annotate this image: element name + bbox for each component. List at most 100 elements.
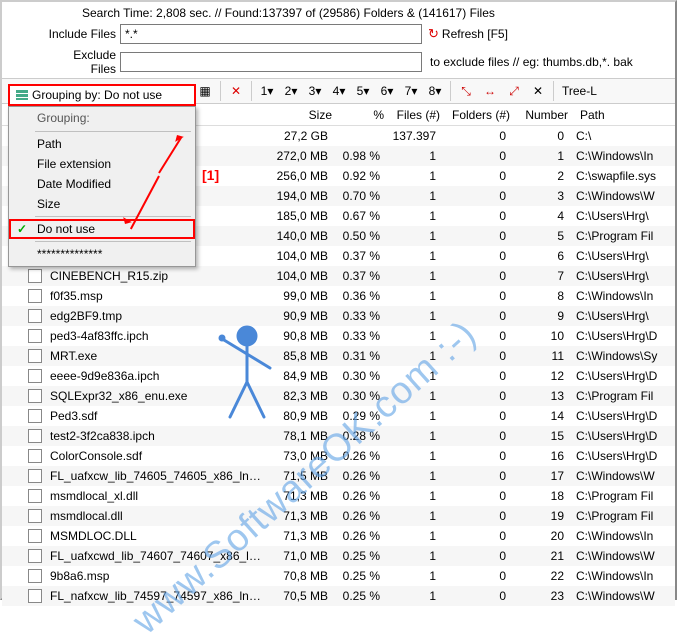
cell-pct: 0.37 % [334,268,386,284]
cell-path: C:\Windows\W [570,188,675,204]
cell-files: 1 [386,508,442,524]
table-row[interactable]: msmdlocal.dll71,3 MB0.26 %1019C:\Program… [2,506,675,526]
file-icon [26,449,44,463]
refresh-label: Refresh [F5] [442,27,508,41]
cell-folders: 0 [442,128,512,144]
cell-pct: 0.26 % [334,448,386,464]
table-row[interactable]: MRT.exe85,8 MB0.31 %1011C:\Windows\Sy [2,346,675,366]
delete-button[interactable]: ✕ [225,80,247,102]
cell-path: C:\Program Fil [570,388,675,404]
cell-size: 104,0 MB [268,268,334,284]
cell-pct: 0.26 % [334,468,386,484]
cell-path: C:\Users\Hrg\ [570,248,675,264]
cell-folders: 0 [442,448,512,464]
file-icon [26,289,44,303]
sort-5-button[interactable]: 5▾ [352,80,374,102]
col-number[interactable]: Number [516,106,574,124]
sort-8-button[interactable]: 8▾ [424,80,446,102]
table-row[interactable]: ped3-4af83ffc.ipch90,8 MB0.33 %1010C:\Us… [2,326,675,346]
cell-pct: 0.26 % [334,508,386,524]
include-filter-row: Include Files ↻ Refresh [F5] [2,22,675,46]
table-row[interactable]: FL_nafxcw_lib_74597_74597_x86_ln.3643...… [2,586,675,606]
grouping-dropdown: Grouping: Path File extension Date Modif… [8,106,196,267]
col-pct[interactable]: % [338,106,390,124]
cell-folders: 0 [442,328,512,344]
table-row[interactable]: msmdlocal_xl.dll71,3 MB0.26 %1018C:\Prog… [2,486,675,506]
grouping-button[interactable]: Grouping by: Do not use [8,84,196,106]
col-size[interactable]: Size [268,106,338,124]
sort-2-button[interactable]: 2▾ [280,80,302,102]
cell-folders: 0 [442,528,512,544]
cell-name: FL_nafxcw_lib_74597_74597_x86_ln.3643... [44,588,268,604]
dropdown-item-path[interactable]: Path [9,134,195,154]
cell-folders: 0 [442,428,512,444]
sort-3-button[interactable]: 3▾ [304,80,326,102]
cell-files: 1 [386,228,442,244]
table-row[interactable]: SQLExpr32_x86_enu.exe82,3 MB0.30 %1013C:… [2,386,675,406]
dropdown-item-date[interactable]: Date Modified [9,174,195,194]
refresh-button[interactable]: ↻ Refresh [F5] [428,26,508,42]
dropdown-item-stars[interactable]: ************** [9,244,195,264]
table-row[interactable]: eeee-9d9e836a.ipch84,9 MB0.30 %1012C:\Us… [2,366,675,386]
cell-number: 20 [512,528,570,544]
cell-path: C:\swapfile.sys [570,168,675,184]
dropdown-item-donotuse[interactable]: ✓ Do not use [9,219,195,239]
tree-button[interactable]: Tree-L [558,84,601,98]
table-row[interactable]: ColorConsole.sdf73,0 MB0.26 %1016C:\User… [2,446,675,466]
table-row[interactable]: test2-3f2ca838.ipch78,1 MB0.28 %1015C:\U… [2,426,675,446]
cell-folders: 0 [442,408,512,424]
toolbar-arrow-out[interactable]: ⤢ [503,80,525,102]
col-folders[interactable]: Folders (#) [446,106,516,124]
table-row[interactable]: edg2BF9.tmp90,9 MB0.33 %109C:\Users\Hrg\ [2,306,675,326]
toolbar-arrow-in[interactable]: ⤡ [455,80,477,102]
cell-files: 1 [386,348,442,364]
table-row[interactable]: FL_uafxcwd_lib_74607_74607_x86_ln.364...… [2,546,675,566]
table-row[interactable]: Ped3.sdf80,9 MB0.29 %1014C:\Users\Hrg\D [2,406,675,426]
cell-path: C:\Users\Hrg\D [570,408,675,424]
sort-4-button[interactable]: 4▾ [328,80,350,102]
cell-folders: 0 [442,348,512,364]
toolbar-arrow-lr[interactable]: ↔ [479,80,501,102]
exclude-input[interactable] [120,52,422,72]
include-input[interactable] [120,24,422,44]
table-row[interactable]: f0f35.msp99,0 MB0.36 %108C:\Windows\In [2,286,675,306]
cell-name: ColorConsole.sdf [44,448,268,464]
refresh-icon: ↻ [428,26,439,42]
table-row[interactable]: CINEBENCH_R15.zip104,0 MB0.37 %107C:\Use… [2,266,675,286]
cell-name: edg2BF9.tmp [44,308,268,324]
cell-number: 7 [512,268,570,284]
sort-7-button[interactable]: 7▾ [400,80,422,102]
table-row[interactable]: FL_uafxcw_lib_74605_74605_x86_ln.3643...… [2,466,675,486]
table-row[interactable]: MSMDLOC.DLL71,3 MB0.26 %1020C:\Windows\I… [2,526,675,546]
sort-6-button[interactable]: 6▾ [376,80,398,102]
cell-folders: 0 [442,168,512,184]
dropdown-item-extension[interactable]: File extension [9,154,195,174]
cell-folders: 0 [442,148,512,164]
cell-number: 11 [512,348,570,364]
toolbar-x[interactable]: ✕ [527,80,549,102]
exclude-label: Exclude Files [48,48,116,76]
sort-1-button[interactable]: 1▾ [256,80,278,102]
cell-path: C:\Users\Hrg\ [570,308,675,324]
cell-path: C:\Users\Hrg\D [570,448,675,464]
cell-size: 71,5 MB [268,468,334,484]
cell-pct: 0.98 % [334,148,386,164]
cell-pct: 0.36 % [334,288,386,304]
cell-folders: 0 [442,208,512,224]
cell-pct: 0.26 % [334,488,386,504]
col-files[interactable]: Files (#) [390,106,446,124]
cell-path: C:\Program Fil [570,508,675,524]
toolbar-btn-1[interactable]: ▦ [194,80,216,102]
search-status: Search Time: 2,808 sec. // Found:137397 … [2,2,675,22]
table-row[interactable]: 9b8a6.msp70,8 MB0.25 %1022C:\Windows\In [2,566,675,586]
cell-name: eeee-9d9e836a.ipch [44,368,268,384]
cell-number: 9 [512,308,570,324]
cell-name: 9b8a6.msp [44,568,268,584]
cell-files: 1 [386,528,442,544]
file-icon [26,529,44,543]
dropdown-item-size[interactable]: Size [9,194,195,214]
cell-pct: 0.33 % [334,308,386,324]
col-path[interactable]: Path [574,106,675,124]
cell-name: msmdlocal.dll [44,508,268,524]
file-icon [26,349,44,363]
